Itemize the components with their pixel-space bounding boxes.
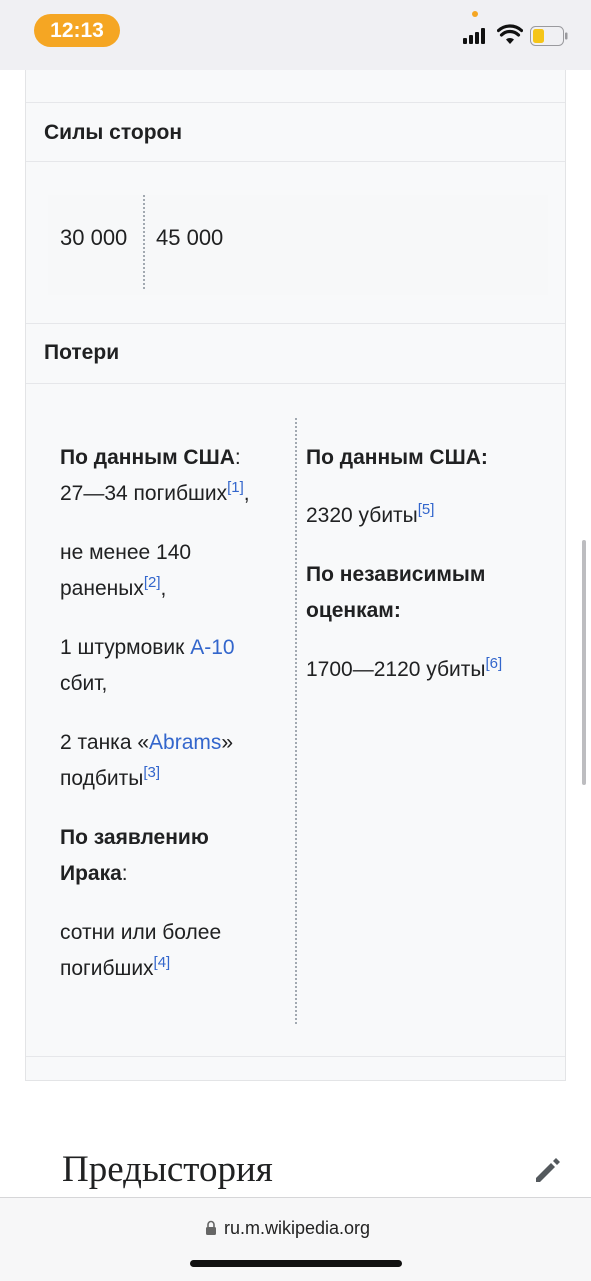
losses-left-wounded-block: не менее 140 раненых[2], [60, 535, 285, 607]
section-heading-background[interactable]: Предыстория [62, 1148, 273, 1191]
home-indicator[interactable] [190, 1260, 402, 1267]
abrams-link[interactable]: Abrams [149, 731, 221, 754]
lock-icon [206, 1220, 216, 1235]
row-divider [26, 1056, 565, 1057]
cellular-signal-icon [463, 28, 489, 44]
url-text[interactable]: ru.m.wikipedia.org [224, 1218, 370, 1239]
iraq-label-line-1: По заявлению [60, 826, 209, 849]
forces-cell: 30 000 45 000 [48, 195, 548, 295]
row-divider [26, 161, 565, 162]
independent-line-2: оценкам: [306, 599, 401, 622]
colon: : [234, 446, 241, 469]
iraq-label-line-2: Ирака [60, 862, 122, 885]
reference-1-link[interactable]: [1] [227, 479, 244, 496]
losses-heading-row: Потери [26, 324, 565, 382]
colon: : [121, 862, 128, 885]
losses-right-independent-label: По независимым оценкам: [306, 557, 546, 629]
reference-3-link[interactable]: [3] [143, 764, 160, 781]
us-data-label: По данным США [60, 446, 235, 469]
iraq-line-1: сотни или более [60, 921, 222, 944]
reference-4-link[interactable]: [4] [154, 954, 171, 971]
battery-icon [530, 26, 568, 46]
attack-prefix: 1 штурмовик [60, 636, 191, 659]
losses-left-aircraft-block: 1 штурмовик A-10 сбит, [60, 630, 285, 702]
losses-left-us-block: По данным США: 27—34 погибших[1], [60, 440, 285, 512]
forces-right-value: 45 000 [156, 225, 224, 250]
wifi-icon [497, 24, 523, 44]
row-divider [26, 383, 565, 384]
reference-5-link[interactable]: [5] [418, 501, 435, 518]
wounded-line-1: не менее 140 [60, 541, 192, 564]
losses-right-independent-block: 1700—2120 убиты[6] [306, 652, 546, 688]
losses-left-iraq-label: По заявлению Ирака: [60, 820, 285, 892]
forces-heading-row: Силы сторон [26, 103, 565, 161]
independent-line-1: По независимым [306, 563, 486, 586]
independent-estimate-text: 1700—2120 убиты [306, 658, 486, 681]
reference-2-link[interactable]: [2] [144, 574, 161, 591]
losses-cell: По данным США: 27—34 погибших[1], не мен… [48, 418, 548, 1024]
comma: , [160, 577, 167, 600]
losses-left-tanks-block: 2 танка «Abrams» подбиты[3] [60, 725, 285, 797]
browser-address-bar[interactable]: ru.m.wikipedia.org [0, 1197, 591, 1281]
losses-heading: Потери [44, 341, 120, 364]
tanks-prefix: 2 танка « [60, 731, 150, 754]
us-data-label-right: По данным США: [306, 446, 488, 469]
column-divider [143, 195, 145, 289]
wounded-line-2: раненых [60, 577, 144, 600]
reference-6-link[interactable]: [6] [485, 655, 502, 672]
pencil-icon[interactable] [532, 1154, 564, 1186]
losses-right-us-block: 2320 убиты[5] [306, 498, 546, 534]
attack-line-2: сбит, [60, 672, 108, 695]
us-killed-text: 27—34 погибших [60, 482, 228, 505]
losses-left-iraq-block: сотни или более погибших[4] [60, 915, 285, 987]
iraq-line-2: погибших [60, 957, 154, 980]
privacy-indicator-dot [472, 11, 478, 17]
a10-link[interactable]: A-10 [190, 636, 234, 659]
page-scrollbar[interactable] [582, 540, 586, 785]
status-time[interactable]: 12:13 [34, 14, 120, 47]
quote-close: » [221, 731, 234, 754]
infobox: Силы сторон 30 000 45 000 Потери По данн… [25, 70, 566, 1081]
iraq-killed-us-estimate: 2320 убиты [306, 504, 418, 527]
tanks-line-2: подбиты [60, 767, 144, 790]
forces-left-value: 30 000 [60, 225, 128, 250]
comma: , [243, 482, 250, 505]
column-divider [295, 418, 297, 1024]
status-bar: 12:13 [0, 0, 591, 70]
forces-heading: Силы сторон [44, 121, 183, 144]
losses-right-us-label: По данным США: [306, 440, 546, 476]
